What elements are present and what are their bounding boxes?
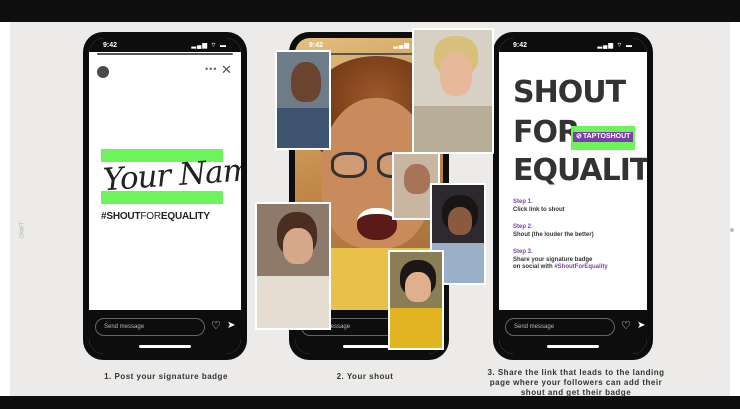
top-letterbox [0, 0, 740, 22]
heart-icon[interactable]: ♡ [211, 321, 221, 332]
home-indicator [547, 345, 599, 348]
taptoshout-label: ⊘TAPTOSHOUT [573, 132, 634, 142]
step-1-text: Click link to shout [513, 207, 565, 213]
step-1-heading: Step 1. [513, 199, 533, 205]
taptoshout-badge[interactable]: ⊘TAPTOSHOUT [571, 126, 635, 150]
send-icon[interactable]: ➤ [637, 321, 645, 331]
caption-step-1: 1. Post your signature badge [104, 372, 228, 381]
story-screen: 9:42 ▂▄▆ ⌔ ▬ ••• ✕ Your Name #SHOUTFOREQ… [89, 38, 241, 354]
heart-icon[interactable]: ♡ [621, 321, 631, 332]
status-bar: 9:42 ▂▄▆ ⌔ ▬ [499, 38, 647, 52]
title-line-1: SHOUT [513, 75, 626, 110]
story-progress [97, 53, 233, 55]
phone-landing-page: 9:42 ▂▄▆ ⌔ ▬ SHOUT FOR ⊘TAPTOSHOUT EQUAL… [493, 32, 653, 360]
more-icon[interactable]: ••• [205, 64, 217, 74]
shout-photo-woman-glasses [255, 202, 331, 330]
caption-step-3: 3. Share the link that leads to the land… [487, 368, 665, 397]
phone-signature-badge: 9:42 ▂▄▆ ⌔ ▬ ••• ✕ Your Name #SHOUTFOREQ… [83, 32, 247, 360]
title-line-3: EQUALITY [513, 153, 647, 188]
shout-photo-woman-blonde [412, 28, 494, 154]
status-bar: 9:42 ▂▄▆ ⌔ ▬ [89, 38, 241, 52]
signal-battery-icon: ▂▄▆ ⌔ ▬ [597, 43, 633, 49]
side-label: CRAFT [19, 221, 26, 239]
hashtag: #SHOUTFOREQUALITY [101, 211, 210, 222]
send-icon[interactable]: ➤ [227, 321, 235, 331]
status-time: 9:42 [513, 41, 528, 49]
step-2-heading: Step 2. [513, 224, 533, 230]
slide-nav-dot[interactable] [730, 228, 734, 232]
story-reply-bar: Send message ♡ ➤ [499, 310, 647, 354]
title-line-2: FOR [513, 115, 580, 150]
open-mouth-shape [357, 208, 397, 240]
story-reply-bar: Send message ♡ ➤ [89, 310, 241, 354]
step-3-text: Share your signature badge on social wit… [513, 257, 608, 270]
shout-photo-girl-yellow [388, 250, 444, 350]
signal-battery-icon: ▂▄▆ ⌔ ▬ [191, 43, 227, 49]
step-3-heading: Step 3. [513, 249, 533, 255]
step-2-text: Shout (the louder the better) [513, 232, 594, 238]
status-time: 9:42 [309, 41, 324, 49]
send-message-input[interactable]: Send message [95, 318, 205, 336]
landing-screen: 9:42 ▂▄▆ ⌔ ▬ SHOUT FOR ⊘TAPTOSHOUT EQUAL… [499, 38, 647, 354]
avatar[interactable] [97, 66, 109, 78]
close-icon[interactable]: ✕ [221, 62, 232, 78]
caption-step-2: 2. Your shout [336, 372, 394, 381]
send-message-input[interactable]: Send message [505, 318, 615, 336]
shout-photo-man-phone [275, 50, 331, 150]
link-icon: ⊘ [576, 133, 582, 140]
home-indicator [139, 345, 191, 348]
status-time: 9:42 [103, 41, 118, 49]
